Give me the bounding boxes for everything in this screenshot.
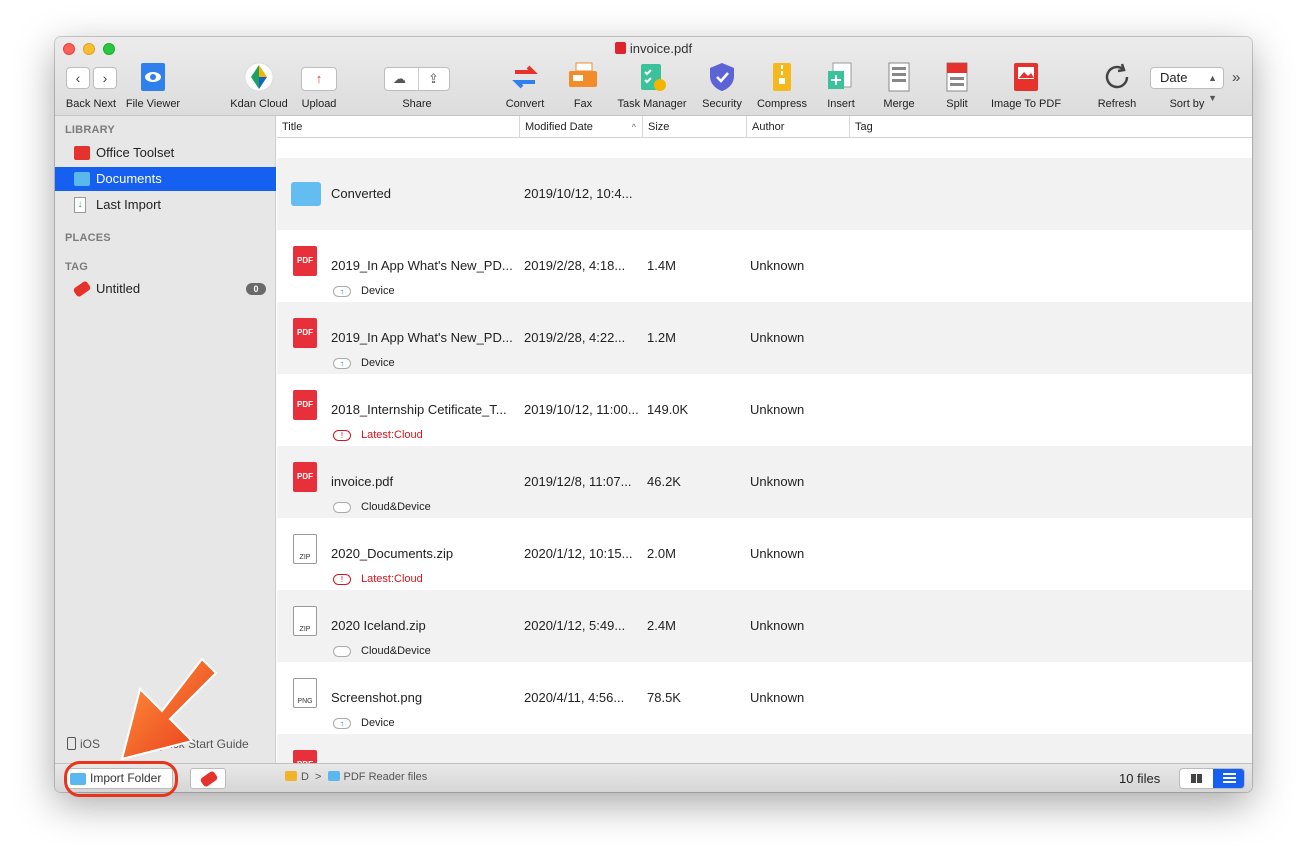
- drive-icon: [285, 771, 297, 781]
- cloud-device-icon: [333, 646, 351, 657]
- table-row[interactable]: PDF 2019_In App What's New_PD... 2019/2/…: [277, 302, 1252, 374]
- grid-view-button[interactable]: [1180, 769, 1213, 788]
- ios-link[interactable]: iOS: [67, 737, 100, 751]
- sidebar-item-last-import[interactable]: ↓ Last Import: [55, 193, 276, 217]
- device-sync-icon: ↑: [333, 718, 351, 729]
- toolbox-icon: [74, 146, 90, 160]
- table-row[interactable]: PDF 2018_Internship Cetificate_T... 2019…: [277, 374, 1252, 446]
- grid-icon: [1191, 774, 1202, 783]
- pdf-file-icon: PDF: [293, 462, 317, 492]
- table-row[interactable]: ZIP 2020_Documents.zip 2020/1/12, 10:15.…: [277, 518, 1252, 590]
- table-row[interactable]: PDF invoice.pdf 2019/12/8, 11:07... 46.2…: [277, 446, 1252, 518]
- task-manager-button[interactable]: Task Manager: [617, 61, 687, 110]
- shield-icon: [706, 61, 738, 93]
- sidebar-item-office-toolset[interactable]: Office Toolset: [55, 141, 276, 165]
- pdf-file-icon: PDF: [293, 390, 317, 420]
- add-tag-button[interactable]: [190, 768, 226, 789]
- folder-icon: [327, 771, 340, 781]
- cloud-device-icon: [333, 502, 351, 513]
- insert-button[interactable]: Insert: [813, 61, 869, 110]
- phone-icon: [67, 737, 76, 750]
- device-sync-icon: ↑: [333, 286, 351, 297]
- tag-icon: [72, 280, 92, 298]
- list-view-button[interactable]: [1213, 769, 1244, 788]
- sort-ascending-icon: ^: [631, 122, 636, 132]
- image-to-pdf-button[interactable]: Image To PDF: [991, 61, 1061, 110]
- folder-icon: [291, 182, 321, 206]
- sidebar-item-tag-untitled[interactable]: Untitled 0: [55, 277, 276, 301]
- cloud-alert-icon: !: [333, 574, 351, 585]
- zip-file-icon: ZIP: [293, 606, 317, 636]
- insert-icon: [825, 61, 857, 93]
- device-sync-icon: ↑: [333, 358, 351, 369]
- eye-icon: [137, 61, 169, 93]
- column-tag[interactable]: Tag: [850, 116, 1252, 138]
- fax-icon: [567, 61, 599, 93]
- table-row[interactable]: PDF: [277, 734, 1252, 763]
- table-row[interactable]: ZIP 2020 Iceland.zip 2020/1/12, 5:49... …: [277, 590, 1252, 662]
- tag-icon: [199, 770, 219, 788]
- column-size[interactable]: Size: [643, 116, 747, 138]
- documents-icon: [74, 172, 90, 186]
- annotation-arrow-icon: [120, 657, 218, 761]
- kdan-cloud-icon: [243, 61, 275, 93]
- table-row[interactable]: Converted 2019/10/12, 10:4...: [277, 158, 1252, 230]
- places-heading: PLACES: [65, 232, 111, 244]
- breadcrumb: D > PDF Reader files: [285, 771, 427, 783]
- sort-label-wrap: Sort by: [1169, 98, 1205, 110]
- import-icon: ↓: [74, 197, 86, 213]
- refresh-button[interactable]: Refresh: [1089, 61, 1145, 110]
- security-button[interactable]: Security: [694, 61, 750, 110]
- compress-icon: [766, 61, 798, 93]
- tag-count-badge: 0: [246, 283, 266, 295]
- pdf-file-icon: PDF: [293, 318, 317, 348]
- file-count: 10 files: [1119, 771, 1161, 786]
- image-to-pdf-icon: [1010, 61, 1042, 93]
- merge-icon: [883, 61, 915, 93]
- task-manager-icon: [636, 61, 668, 93]
- merge-button[interactable]: Merge: [871, 61, 927, 110]
- split-button[interactable]: Split: [929, 61, 985, 110]
- column-modified-date[interactable]: Modified Date ^: [520, 116, 643, 138]
- compress-button[interactable]: Compress: [754, 61, 810, 110]
- convert-button[interactable]: Convert: [497, 61, 553, 110]
- list-header: Title Modified Date ^ Size Author Tag: [277, 116, 1252, 138]
- toolbar-overflow-button[interactable]: »: [1232, 69, 1240, 86]
- fax-button[interactable]: Fax: [555, 61, 611, 110]
- back-next-group: Back Next: [63, 61, 119, 110]
- sidebar-item-documents[interactable]: Documents: [55, 167, 276, 191]
- pdf-file-icon: [614, 42, 626, 54]
- split-icon: [941, 61, 973, 93]
- png-file-icon: PNG: [293, 678, 317, 708]
- cloud-alert-icon: !: [333, 430, 351, 441]
- table-row[interactable]: PDF 2019_In App What's New_PD... 2019/2/…: [277, 230, 1252, 302]
- library-heading: LIBRARY: [65, 124, 115, 136]
- window-title: invoice.pdf: [55, 41, 1252, 56]
- annotation-highlight-ring: [64, 761, 178, 797]
- breadcrumb-folder[interactable]: PDF Reader files: [344, 771, 428, 783]
- table-row[interactable]: PNG Screenshot.png 2020/4/11, 4:56... 78…: [277, 662, 1252, 734]
- list-icon: [1223, 773, 1236, 784]
- pdf-file-icon: PDF: [293, 750, 317, 763]
- tag-heading: TAG: [65, 261, 89, 273]
- column-author[interactable]: Author: [747, 116, 850, 138]
- file-viewer-button[interactable]: File Viewer: [125, 61, 181, 110]
- zip-file-icon: ZIP: [293, 534, 317, 564]
- convert-icon: [509, 61, 541, 93]
- breadcrumb-root[interactable]: D: [301, 771, 309, 783]
- kdan-cloud-button[interactable]: Kdan Cloud: [230, 61, 288, 110]
- column-title[interactable]: Title: [277, 116, 520, 138]
- upload-label-wrap: Upload: [301, 98, 337, 110]
- back-next-label: Back Next: [65, 98, 117, 110]
- toolbar: invoice.pdf ‹ › Back Next File Viewer Kd…: [55, 37, 1252, 116]
- refresh-icon: [1101, 61, 1133, 93]
- view-mode-toggle: [1179, 768, 1245, 789]
- bottom-bar: Import Folder D > PDF Reader files 10 fi…: [55, 763, 1252, 792]
- share-label-wrap: Share: [402, 98, 432, 110]
- file-list: Title Modified Date ^ Size Author Tag Co…: [277, 116, 1252, 763]
- pdf-file-icon: PDF: [293, 246, 317, 276]
